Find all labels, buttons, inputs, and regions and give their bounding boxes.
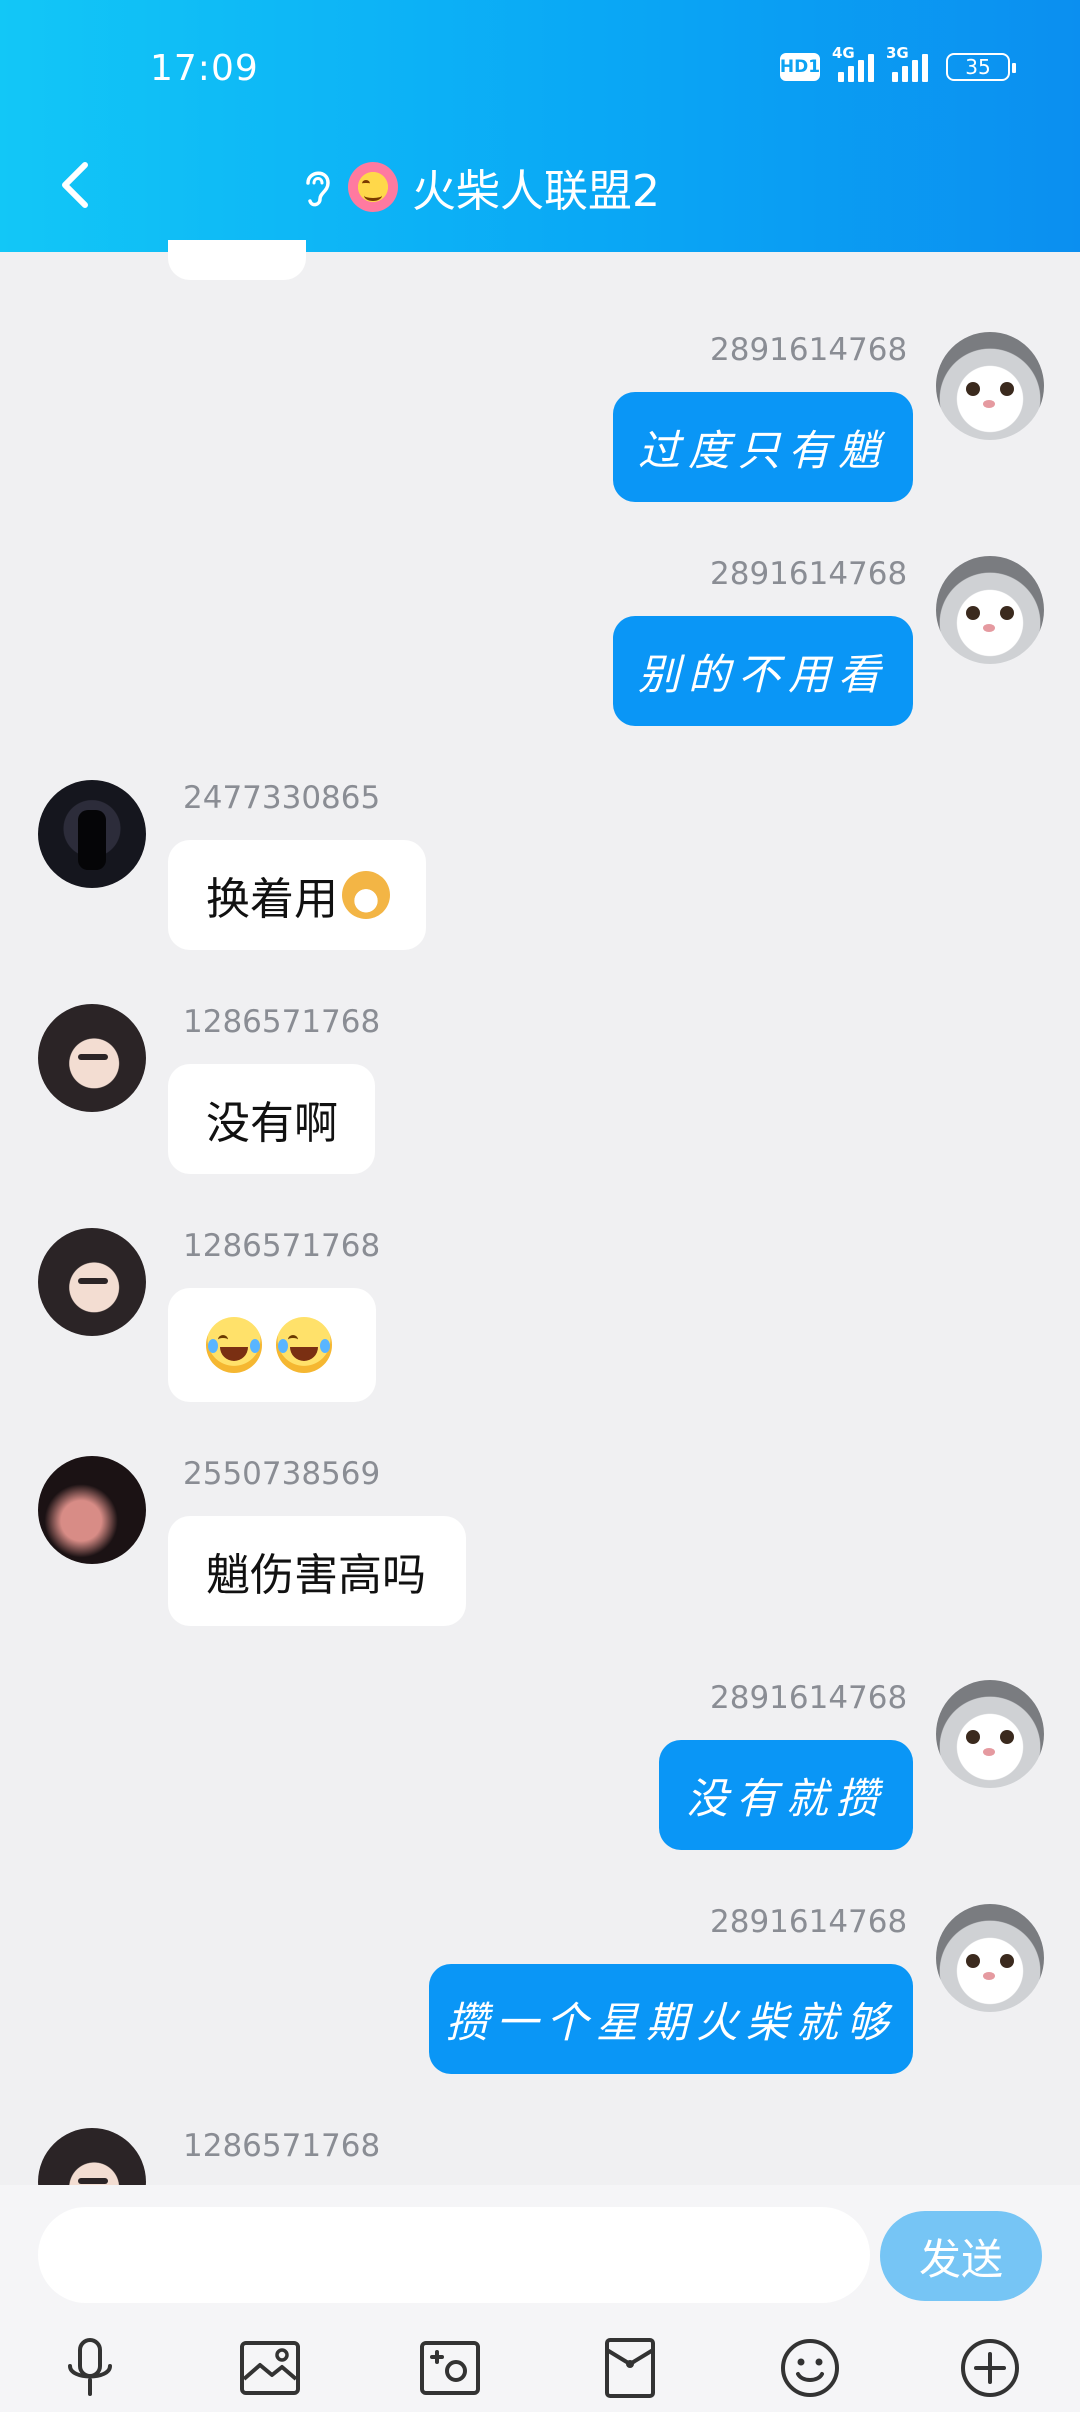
- sender-id: 2891614768: [710, 1904, 908, 1940]
- chat-screen: 17:09 HD1 4G 3G 35 火柴人联盟2 2891614768 过度只…: [0, 0, 1080, 2412]
- red-packet-button[interactable]: [595, 2333, 665, 2403]
- message-input[interactable]: [38, 2207, 870, 2303]
- avatar-cat[interactable]: [936, 1904, 1044, 2012]
- red-packet-icon: [605, 2338, 655, 2398]
- message-bubble-other[interactable]: 没有啊: [168, 1064, 375, 1174]
- mic-icon: [68, 2338, 112, 2396]
- back-icon: [62, 162, 88, 208]
- message-bubble-other[interactable]: 换着用: [168, 840, 426, 950]
- message-bubble-self[interactable]: 没有就攒: [659, 1740, 913, 1850]
- ear-icon: [306, 171, 330, 207]
- emoji-icon: [781, 2339, 839, 2397]
- tears-of-joy-emoji-icon: [206, 1317, 262, 1373]
- chat-title: 火柴人联盟2: [412, 166, 660, 217]
- avatar-user[interactable]: [38, 780, 146, 888]
- sender-id: 1286571768: [183, 1004, 381, 1040]
- input-toolbar: [0, 2325, 1080, 2405]
- sender-id: 1286571768: [183, 1228, 381, 1264]
- message-bubble-self[interactable]: 攒一个星期火柴就够: [429, 1964, 913, 2074]
- camera-button[interactable]: [415, 2333, 485, 2403]
- more-button[interactable]: [955, 2333, 1025, 2403]
- status-icons: HD1 4G 3G 35: [780, 44, 1016, 82]
- avatar-user[interactable]: [38, 1456, 146, 1564]
- chat-title-area[interactable]: 火柴人联盟2: [300, 152, 660, 222]
- send-button[interactable]: 发送: [880, 2211, 1042, 2301]
- sender-id: 2891614768: [710, 556, 908, 592]
- gallery-button[interactable]: [235, 2333, 305, 2403]
- message-bubble-partial[interactable]: [168, 240, 306, 280]
- sender-id: 1286571768: [183, 2128, 381, 2164]
- sender-id: 2477330865: [183, 780, 381, 816]
- battery-icon: 35: [946, 53, 1016, 81]
- camera-icon: [420, 2341, 480, 2395]
- network-4g-label: 4G: [832, 44, 855, 62]
- voice-button[interactable]: [55, 2333, 125, 2403]
- battery-level: 35: [965, 55, 991, 79]
- status-time: 17:09: [150, 48, 259, 89]
- emoji-button[interactable]: [775, 2333, 845, 2403]
- gallery-icon: [240, 2341, 300, 2395]
- message-text: 换着用: [206, 874, 338, 925]
- group-emoji-icon: [348, 162, 398, 212]
- sender-id: 2550738569: [183, 1456, 381, 1492]
- message-bubble-other[interactable]: [168, 1288, 376, 1402]
- signal-3g-icon: 3G: [886, 44, 928, 82]
- shiba-emoji-icon: [342, 871, 390, 919]
- chat-header: 17:09 HD1 4G 3G 35 火柴人联盟2: [0, 0, 1080, 252]
- message-bubble-other[interactable]: 魈伤害高吗: [168, 1516, 466, 1626]
- avatar-cat[interactable]: [936, 556, 1044, 664]
- network-3g-label: 3G: [886, 44, 909, 62]
- tears-of-joy-emoji-icon: [276, 1317, 332, 1373]
- hd-icon: HD1: [780, 53, 820, 81]
- message-bubble-self[interactable]: 别的不用看: [613, 616, 913, 726]
- signal-4g-icon: 4G: [832, 44, 874, 82]
- add-icon: [961, 2339, 1019, 2397]
- avatar-user[interactable]: [38, 1004, 146, 1112]
- input-bar: 发送: [0, 2185, 1080, 2412]
- sender-id: 2891614768: [710, 1680, 908, 1716]
- avatar-cat[interactable]: [936, 332, 1044, 440]
- avatar-user[interactable]: [38, 1228, 146, 1336]
- message-bubble-self[interactable]: 过度只有魈: [613, 392, 913, 502]
- sender-id: 2891614768: [710, 332, 908, 368]
- back-button[interactable]: [50, 150, 100, 220]
- avatar-cat[interactable]: [936, 1680, 1044, 1788]
